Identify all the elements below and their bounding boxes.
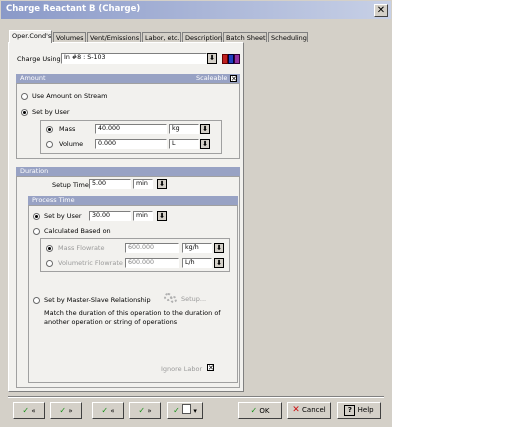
gears-icon — [164, 292, 178, 304]
vol-flowrate-input[interactable]: 600.000 — [125, 258, 179, 268]
check-icon: ✓ — [59, 406, 67, 415]
window-title: Charge Reactant B (Charge) — [6, 4, 141, 14]
charge-using-dropdown[interactable]: ⬇ — [207, 53, 217, 64]
volume-radio[interactable] — [46, 141, 53, 148]
ignore-labor-checkbox[interactable]: ✕ — [207, 364, 214, 372]
tab-oper-conds[interactable]: Oper.Cond's — [9, 30, 52, 43]
process-time-input[interactable]: 30.00 — [89, 211, 131, 221]
next-procedure-label: » — [147, 407, 152, 415]
volume-unit-dropdown[interactable]: ⬇ — [200, 139, 210, 149]
mass-input[interactable]: 40.000 — [95, 124, 167, 134]
mass-flowrate-input[interactable]: 600.000 — [125, 243, 179, 253]
tab-scheduling[interactable]: Scheduling — [268, 32, 308, 42]
tab-labor[interactable]: Labor, etc. — [142, 32, 181, 42]
process-time-header: Process Time — [28, 196, 238, 205]
footer-separator — [8, 396, 384, 398]
prev-label: « — [31, 407, 36, 415]
setup-button[interactable]: Setup... — [181, 295, 206, 303]
check-icon: ✓ — [22, 406, 30, 415]
use-stream-label: Use Amount on Stream — [32, 92, 108, 100]
close-button[interactable]: ✕ — [374, 4, 388, 17]
charge-using-select[interactable]: In #8 : S-103 — [61, 53, 207, 64]
tab-volumes[interactable]: Volumes — [53, 32, 86, 42]
next-operation-button[interactable]: ✓ » — [50, 402, 82, 419]
prev-operation-button[interactable]: ✓ « — [13, 402, 45, 419]
match-description-line1: Match the duration of this operation to … — [44, 309, 221, 317]
prev-procedure-button[interactable]: ✓ « — [92, 402, 124, 419]
more-options-button[interactable]: ✓ ▾ — [167, 402, 203, 419]
mass-unit-dropdown[interactable]: ⬇ — [200, 124, 210, 134]
tab-description[interactable]: Description — [182, 32, 222, 42]
check-icon: ✓ — [138, 406, 146, 415]
mass-radio[interactable] — [46, 126, 53, 133]
scaleable-label: Scaleable — [196, 74, 228, 82]
vol-flowrate-unit-select[interactable]: L/h — [182, 258, 212, 268]
scaleable-checkbox[interactable]: ✕ — [230, 75, 237, 83]
volume-input[interactable]: 0.000 — [95, 139, 167, 149]
process-time-header-label: Process Time — [32, 196, 75, 204]
vol-flowrate-unit-dropdown[interactable]: ⬇ — [214, 258, 224, 268]
process-set-by-user-label: Set by User — [44, 212, 82, 220]
cancel-icon: ✕ — [292, 405, 300, 415]
mass-label: Mass — [59, 125, 76, 133]
tab-batch-sheet[interactable]: Batch Sheet — [223, 32, 267, 42]
ignore-labor-label: Ignore Labor — [161, 365, 203, 373]
setup-time-label: Setup Time — [52, 181, 89, 189]
setup-time-unit-dropdown[interactable]: ⬇ — [157, 179, 167, 189]
calculated-radio[interactable] — [33, 228, 40, 235]
ok-button[interactable]: ✓ OK — [238, 402, 282, 419]
vol-flowrate-radio — [46, 260, 53, 267]
cancel-label: Cancel — [302, 406, 326, 414]
master-slave-radio[interactable] — [33, 297, 40, 304]
help-button[interactable]: ? Help — [337, 402, 381, 419]
duration-header: Duration — [16, 167, 240, 176]
vol-flowrate-label: Volumetric Flowrate — [58, 259, 123, 267]
process-time-unit-select[interactable]: min — [133, 211, 153, 221]
amount-header-label: Amount — [20, 74, 46, 82]
charge-using-label: Charge Using — [17, 55, 61, 63]
check-icon: ✓ — [173, 406, 180, 415]
chevron-down-icon: ▾ — [193, 407, 197, 415]
mass-unit-select[interactable]: kg — [169, 124, 199, 134]
title-bar: Charge Reactant B (Charge) ✕ — [1, 1, 391, 19]
volume-unit-select[interactable]: L — [169, 139, 199, 149]
help-icon: ? — [344, 405, 356, 416]
amount-set-by-user-radio[interactable] — [21, 109, 28, 116]
amount-set-by-user-label: Set by User — [32, 108, 70, 116]
process-time-unit-dropdown[interactable]: ⬇ — [157, 211, 167, 221]
check-icon: ✓ — [250, 406, 258, 415]
mass-flowrate-unit-select[interactable]: kg/h — [182, 243, 212, 253]
help-label: Help — [357, 406, 374, 414]
check-icon: ✓ — [101, 406, 109, 415]
dialog-window: Charge Reactant B (Charge) ✕ Oper.Cond's… — [0, 0, 392, 427]
next-procedure-button[interactable]: ✓ » — [129, 402, 161, 419]
tab-vent-emissions[interactable]: Vent/Emissions — [87, 32, 141, 42]
prev-procedure-label: « — [110, 407, 115, 415]
volume-label: Volume — [59, 140, 84, 148]
setup-time-input[interactable]: 5.00 — [89, 179, 131, 189]
ok-label: OK — [259, 407, 270, 415]
clipboard-icon — [182, 404, 192, 414]
match-description-line2: another operation or string of operation… — [44, 318, 178, 326]
cancel-button[interactable]: ✕ Cancel — [287, 402, 331, 419]
stream-colors-icon[interactable] — [222, 53, 240, 64]
next-label: » — [68, 407, 73, 415]
duration-header-label: Duration — [20, 167, 49, 175]
use-stream-radio[interactable] — [21, 93, 28, 100]
calculated-label: Calculated Based on — [44, 227, 111, 235]
mass-flowrate-radio — [46, 245, 53, 252]
mass-flowrate-label: Mass Flowrate — [58, 244, 105, 252]
setup-time-unit-select[interactable]: min — [133, 179, 153, 189]
mass-flowrate-unit-dropdown[interactable]: ⬇ — [214, 243, 224, 253]
process-set-by-user-radio[interactable] — [33, 213, 40, 220]
master-slave-label: Set by Master-Slave Relationship — [44, 296, 151, 304]
